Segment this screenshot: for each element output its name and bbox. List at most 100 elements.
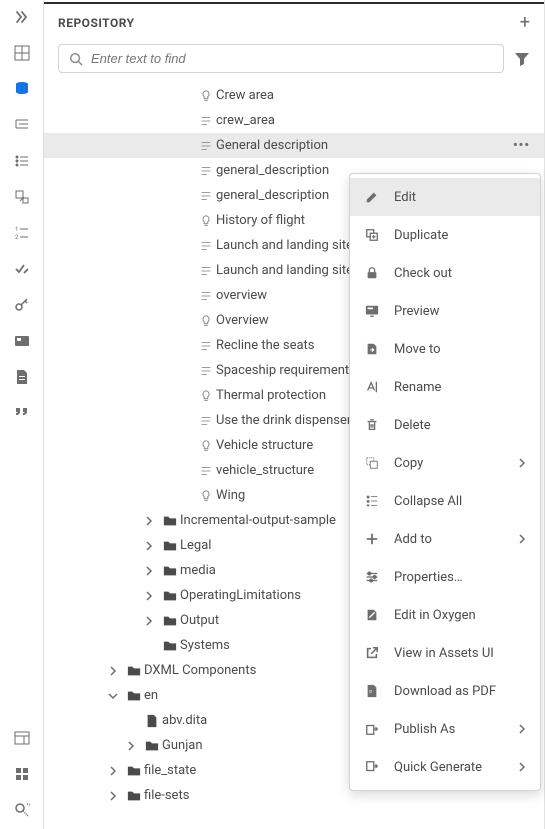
chevron-icon[interactable]	[108, 691, 124, 701]
lock-icon	[364, 266, 380, 280]
reuse-icon[interactable]	[13, 188, 31, 206]
topic-icon	[196, 414, 216, 428]
topic-icon	[196, 289, 216, 303]
topic-icon	[196, 339, 216, 353]
bulb-icon	[196, 89, 216, 103]
outline-icon[interactable]	[13, 116, 31, 134]
menu-item-label: Quick Generate	[394, 760, 504, 775]
copy-icon	[364, 456, 380, 470]
menu-item-check-out[interactable]: Check out	[350, 254, 540, 292]
chevron-right-icon	[518, 762, 526, 772]
chevron-right-icon	[518, 724, 526, 734]
filter-button[interactable]	[514, 51, 530, 67]
menu-item-label: Edit	[394, 190, 526, 205]
menu-item-preview[interactable]: Preview	[350, 292, 540, 330]
menu-item-download-as-pdf[interactable]: PDownload as PDF	[350, 672, 540, 710]
menu-item-view-in-assets-ui[interactable]: View in Assets UI	[350, 634, 540, 672]
menu-item-move-to[interactable]: Move to	[350, 330, 540, 368]
more-button[interactable]: •••	[513, 138, 534, 153]
topic-icon	[196, 139, 216, 153]
apps-icon[interactable]	[13, 765, 31, 783]
pdf-icon: P	[364, 684, 380, 698]
bulb-icon	[196, 489, 216, 503]
expand-rail-icon[interactable]	[13, 8, 31, 26]
search-replace-icon[interactable]	[13, 801, 31, 819]
preview-icon	[364, 304, 380, 318]
chevron-icon[interactable]	[108, 791, 124, 801]
menu-item-properties-[interactable]: Properties…	[350, 558, 540, 596]
duplicate-icon	[364, 228, 380, 242]
chevron-icon[interactable]	[108, 666, 124, 676]
menu-item-label: Publish As	[394, 722, 504, 737]
menu-item-label: View in Assets UI	[394, 646, 526, 661]
bulb-icon	[196, 389, 216, 403]
context-menu: Edit Duplicate Check out PreviewMove to Rena…	[349, 173, 541, 791]
menu-item-rename[interactable]: Rename	[350, 368, 540, 406]
numbered-list-icon[interactable]: 12	[13, 224, 31, 242]
left-rail: 12	[0, 0, 44, 829]
panel-title: REPOSITORY	[58, 16, 135, 30]
menu-item-label: Edit in Oxygen	[394, 608, 526, 623]
tree-item[interactable]: Crew area	[44, 83, 544, 108]
chevron-icon[interactable]	[126, 741, 142, 751]
oxygen-icon	[364, 608, 380, 622]
menu-item-label: Add to	[394, 532, 504, 547]
menu-item-label: Properties…	[394, 570, 526, 585]
search-input[interactable]	[91, 51, 493, 66]
chevron-right-icon	[518, 534, 526, 544]
folder-icon	[160, 564, 180, 578]
topic-icon	[196, 164, 216, 178]
document-icon[interactable]	[13, 368, 31, 386]
quote-icon[interactable]	[13, 404, 31, 422]
key-icon[interactable]	[13, 296, 31, 314]
menu-item-label: Collapse All	[394, 494, 526, 509]
search-box[interactable]	[58, 44, 504, 73]
folder-icon	[142, 739, 162, 753]
menu-item-collapse-all[interactable]: Collapse All	[350, 482, 540, 520]
tree-item-label: Crew area	[216, 88, 534, 103]
menu-item-add-to[interactable]: Add to	[350, 520, 540, 558]
tree-item[interactable]: crew_area	[44, 108, 544, 133]
repository-icon[interactable]	[13, 80, 31, 98]
folder-icon	[160, 514, 180, 528]
search-icon	[69, 52, 83, 66]
external-icon	[364, 646, 380, 660]
chevron-icon[interactable]	[144, 591, 160, 601]
bulb-icon	[196, 214, 216, 228]
folder-icon	[124, 664, 144, 678]
properties-icon	[364, 570, 380, 584]
chevron-icon[interactable]	[144, 616, 160, 626]
card-icon[interactable]	[13, 332, 31, 350]
menu-item-duplicate[interactable]: Duplicate	[350, 216, 540, 254]
menu-item-delete[interactable]: Delete	[350, 406, 540, 444]
chevron-icon[interactable]	[144, 566, 160, 576]
layout-icon[interactable]	[13, 729, 31, 747]
topic-icon	[196, 114, 216, 128]
chevron-icon[interactable]	[144, 516, 160, 526]
chevron-icon[interactable]	[108, 766, 124, 776]
validate-icon[interactable]	[13, 260, 31, 278]
folder-icon	[124, 764, 144, 778]
folder-icon	[124, 689, 144, 703]
menu-item-copy[interactable]: Copy	[350, 444, 540, 482]
tree-item-label: crew_area	[216, 113, 534, 128]
bulb-icon	[196, 314, 216, 328]
tree-item[interactable]: General description•••	[44, 133, 544, 158]
grid-icon[interactable]	[13, 44, 31, 62]
topic-icon	[196, 264, 216, 278]
list-icon[interactable]	[13, 152, 31, 170]
menu-item-publish-as[interactable]: Publish As	[350, 710, 540, 748]
chevron-icon[interactable]	[144, 541, 160, 551]
menu-item-edit-in-oxygen[interactable]: Edit in Oxygen	[350, 596, 540, 634]
edit-icon	[364, 190, 380, 204]
menu-item-label: Rename	[394, 380, 526, 395]
folder-icon	[160, 639, 180, 653]
add-button[interactable]: +	[520, 14, 530, 32]
menu-item-edit[interactable]: Edit	[350, 178, 540, 216]
publish-icon	[364, 722, 380, 736]
menu-item-label: Copy	[394, 456, 504, 471]
folder-icon	[124, 789, 144, 803]
folder-icon	[160, 539, 180, 553]
menu-item-quick-generate[interactable]: Quick Generate	[350, 748, 540, 786]
menu-item-label: Check out	[394, 266, 526, 281]
